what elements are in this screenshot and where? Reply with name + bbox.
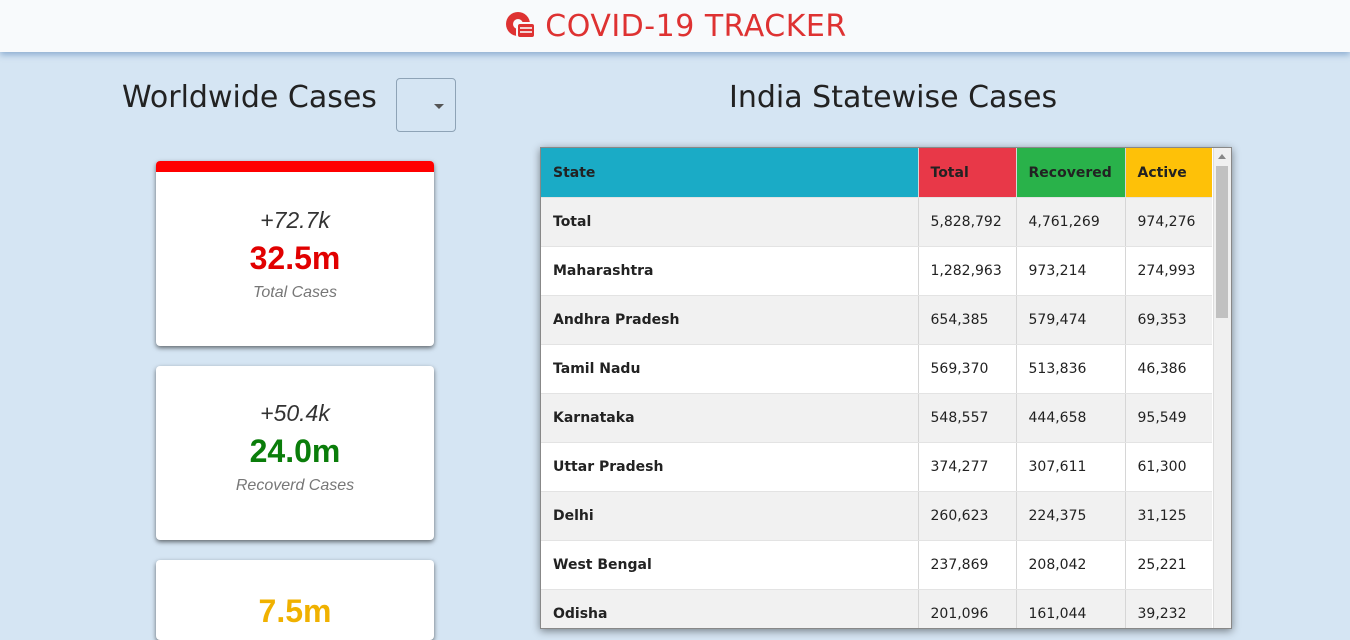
- table-row[interactable]: Andhra Pradesh 654,385 579,474 69,353: [541, 295, 1212, 345]
- card-accent-bar: [156, 161, 434, 172]
- column-header-recovered[interactable]: Recovered: [1015, 148, 1125, 198]
- worldwide-title: Worldwide Cases: [122, 80, 377, 115]
- state-cell: Andhra Pradesh: [541, 295, 918, 345]
- recovered-cell: 224,375: [1015, 491, 1125, 541]
- country-select[interactable]: [396, 78, 456, 132]
- total-cell: 1,282,963: [917, 246, 1016, 296]
- active-cases-value: 7.5m: [258, 593, 332, 629]
- table-row[interactable]: Tamil Nadu 569,370 513,836 46,386: [541, 344, 1212, 394]
- total-cell: 654,385: [917, 295, 1016, 345]
- table-row[interactable]: West Bengal 237,869 208,042 25,221: [541, 540, 1212, 590]
- active-cell: 46,386: [1124, 344, 1212, 394]
- state-cell: Karnataka: [541, 393, 918, 443]
- table-row[interactable]: Odisha 201,096 161,044 39,232: [541, 589, 1212, 628]
- total-cell: 374,277: [917, 442, 1016, 492]
- scroll-up-arrow-icon[interactable]: [1218, 154, 1226, 159]
- app-header: COVID-19 TRACKER: [0, 0, 1350, 52]
- chevron-down-icon: [434, 104, 444, 109]
- state-cell: Maharashtra: [541, 246, 918, 296]
- table-header-row: State Total Recovered Active: [541, 148, 1212, 198]
- table-row[interactable]: Karnataka 548,557 444,658 95,549: [541, 393, 1212, 443]
- active-cell: 25,221: [1124, 540, 1212, 590]
- active-cell: 61,300: [1124, 442, 1212, 492]
- recovered-cell: 579,474: [1015, 295, 1125, 345]
- app-title: COVID-19 TRACKER: [545, 8, 847, 44]
- active-cell: 974,276: [1124, 197, 1212, 247]
- statewise-table-container: State Total Recovered Active Total 5,828,…: [540, 147, 1232, 629]
- recovered-cell: 4,761,269: [1015, 197, 1125, 247]
- table-row[interactable]: Total 5,828,792 4,761,269 974,276: [541, 197, 1212, 247]
- virus-mask-icon: [506, 12, 537, 39]
- total-cell: 548,557: [917, 393, 1016, 443]
- recovered-cell: 444,658: [1015, 393, 1125, 443]
- total-cell: 569,370: [917, 344, 1016, 394]
- recovered-cell: 973,214: [1015, 246, 1125, 296]
- active-cell: 95,549: [1124, 393, 1212, 443]
- recovered-cell: 161,044: [1015, 589, 1125, 628]
- recovered-cases-delta: +50.4k: [260, 400, 330, 426]
- total-cases-label: Total Cases: [253, 284, 337, 301]
- total-cell: 237,869: [917, 540, 1016, 590]
- table-row[interactable]: Uttar Pradesh 374,277 307,611 61,300: [541, 442, 1212, 492]
- recovered-cell: 513,836: [1015, 344, 1125, 394]
- active-cell: 274,993: [1124, 246, 1212, 296]
- state-cell: Total: [541, 197, 918, 247]
- total-cases-value: 32.5m: [249, 240, 341, 276]
- total-cases-delta: +72.7k: [260, 207, 330, 233]
- india-title: India Statewise Cases: [729, 80, 1058, 115]
- statewise-table: State Total Recovered Active Total 5,828,…: [541, 148, 1212, 628]
- recovered-cases-value: 24.0m: [249, 433, 341, 469]
- scrollbar-thumb[interactable]: [1216, 166, 1228, 318]
- state-cell: Odisha: [541, 589, 918, 628]
- state-cell: Tamil Nadu: [541, 344, 918, 394]
- total-cell: 201,096: [917, 589, 1016, 628]
- state-cell: Delhi: [541, 491, 918, 541]
- column-header-active[interactable]: Active: [1124, 148, 1212, 198]
- column-header-total[interactable]: Total: [917, 148, 1016, 198]
- recovered-cases-label: Recoverd Cases: [235, 477, 355, 494]
- total-cases-card[interactable]: +72.7k 32.5m Total Cases: [156, 161, 434, 346]
- active-cases-card[interactable]: 7.5m: [156, 560, 434, 640]
- recovered-cases-card[interactable]: +50.4k 24.0m Recoverd Cases: [156, 366, 434, 540]
- active-cell: 39,232: [1124, 589, 1212, 628]
- state-cell: West Bengal: [541, 540, 918, 590]
- column-header-state[interactable]: State: [541, 148, 918, 198]
- table-row[interactable]: Maharashtra 1,282,963 973,214 274,993: [541, 246, 1212, 296]
- active-cell: 31,125: [1124, 491, 1212, 541]
- state-cell: Uttar Pradesh: [541, 442, 918, 492]
- recovered-cell: 307,611: [1015, 442, 1125, 492]
- brand[interactable]: COVID-19 TRACKER: [503, 9, 846, 44]
- table-scrollbar[interactable]: [1213, 148, 1231, 628]
- total-cell: 5,828,792: [917, 197, 1016, 247]
- total-cell: 260,623: [917, 491, 1016, 541]
- table-row[interactable]: Delhi 260,623 224,375 31,125: [541, 491, 1212, 541]
- recovered-cell: 208,042: [1015, 540, 1125, 590]
- active-cell: 69,353: [1124, 295, 1212, 345]
